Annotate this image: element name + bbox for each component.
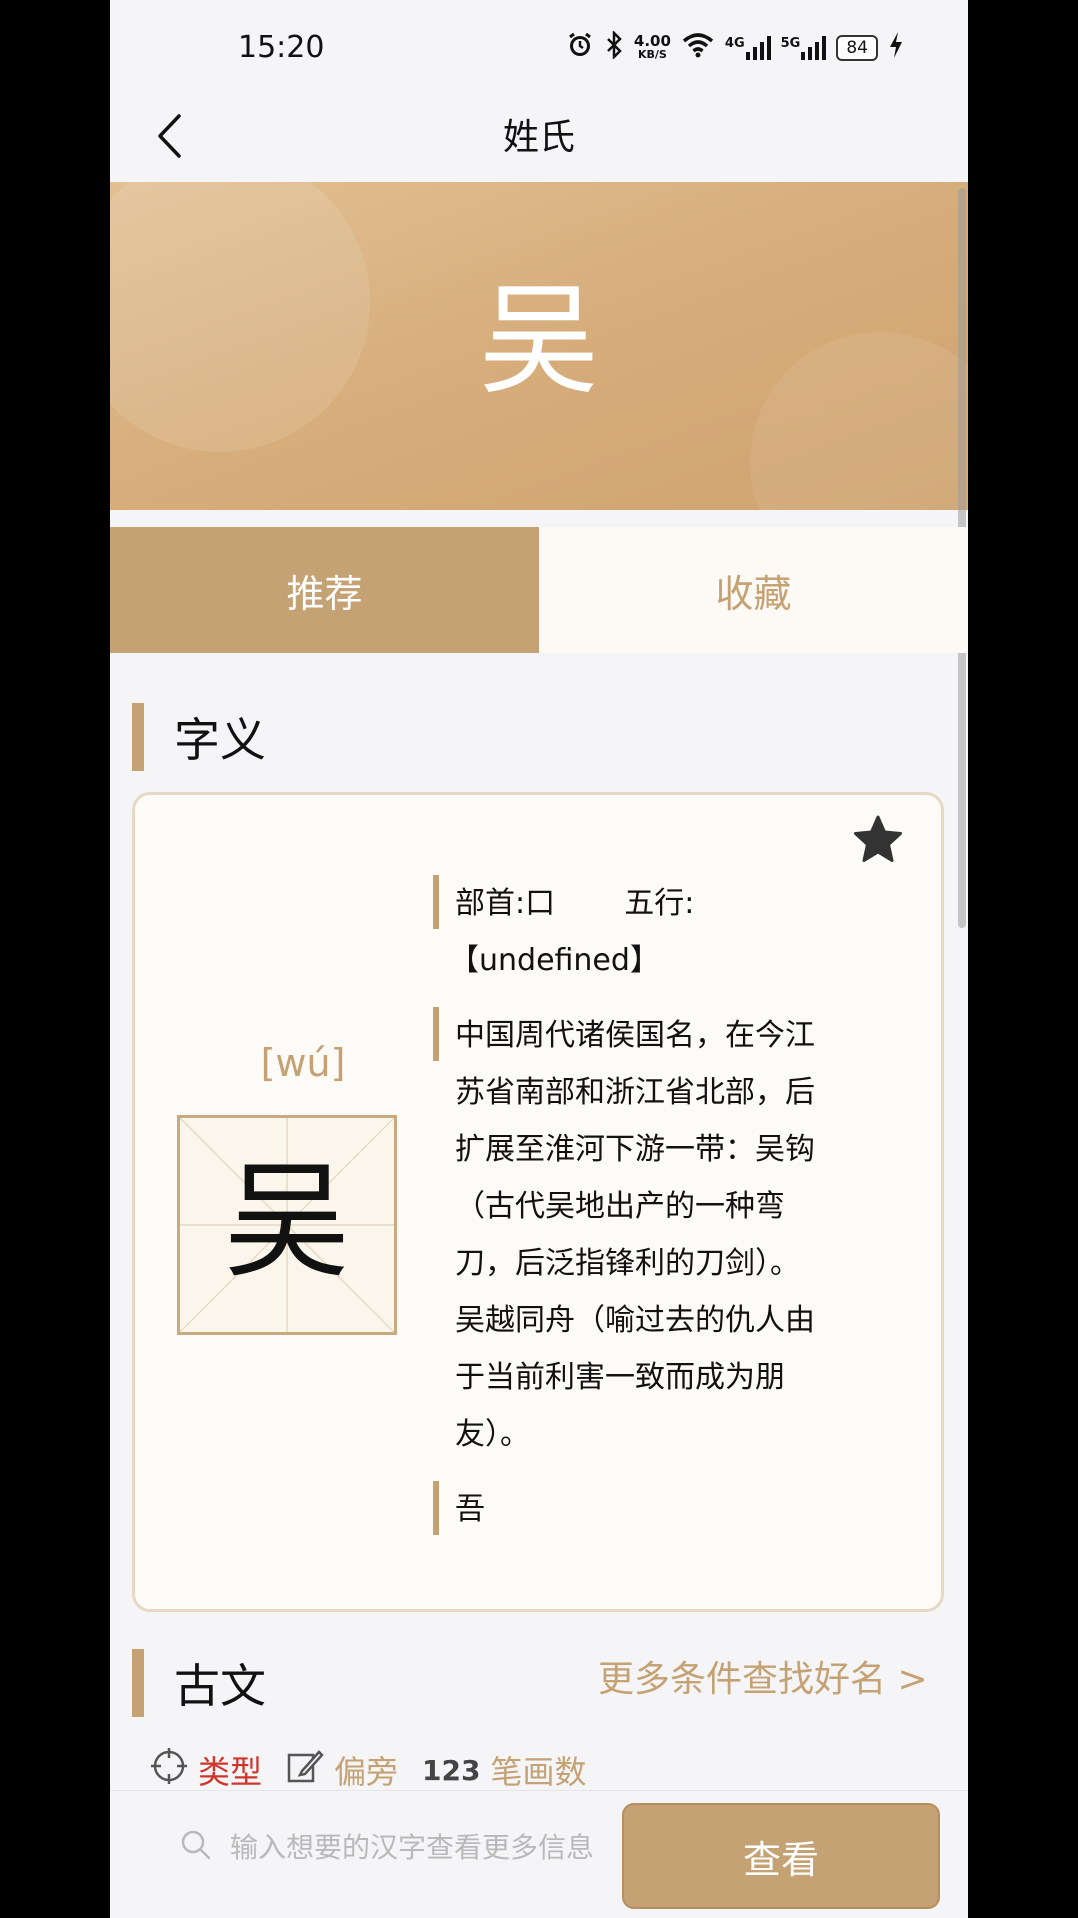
definition-block: 中国周代诸侯国名，在今江 苏省南部和浙江省北部，后 扩展至淮河下游一带：吴钩 （… bbox=[433, 1007, 853, 1463]
variant-block: 吾 bbox=[433, 1481, 853, 1538]
search-icon bbox=[180, 1829, 212, 1865]
definition-line: 友）。 bbox=[455, 1417, 530, 1452]
nav-bar: 姓氏 bbox=[110, 96, 968, 182]
definition-line: 苏省南部和浙江省北部，后 bbox=[455, 1075, 815, 1110]
battery-indicator: 84 bbox=[836, 35, 878, 61]
section-accent-bar bbox=[132, 1649, 144, 1717]
tab-recommend[interactable]: 推荐 bbox=[110, 527, 539, 653]
more-conditions-link[interactable]: 更多条件查找好名 > bbox=[598, 1650, 928, 1702]
five-elements-value: 【undefined】 bbox=[449, 943, 660, 978]
definition-line: 中国周代诸侯国名，在今江 bbox=[455, 1018, 815, 1053]
radical: 部首:口 bbox=[455, 886, 556, 921]
bluetooth-icon bbox=[604, 29, 624, 65]
status-bar: 15:20 4.00 KB/S 4G 5G 84 bbox=[110, 0, 968, 96]
tab-favorites[interactable]: 收藏 bbox=[539, 527, 968, 653]
crosshair-icon bbox=[150, 1747, 188, 1793]
info-accent-bar bbox=[433, 1481, 439, 1535]
variant-character: 吾 bbox=[455, 1492, 485, 1527]
meaning-card: [wú] 吴 部首:口 五行: 【undefined】 中国周代诸侯国名，在今江… bbox=[132, 792, 944, 1612]
alarm-icon bbox=[566, 31, 594, 65]
phone-screen: 15:20 4.00 KB/S 4G 5G 84 姓氏 吴 推荐 收藏 字义 [… bbox=[110, 0, 968, 1918]
definition-line: 扩展至淮河下游一带：吴钩 bbox=[455, 1132, 815, 1167]
definition-line: 吴越同舟（喻过去的仇人由 bbox=[455, 1303, 815, 1338]
section-title: 古文 bbox=[174, 1659, 266, 1713]
search-field[interactable] bbox=[180, 1807, 600, 1887]
five-elements: 五行: bbox=[624, 886, 695, 921]
definition-line: （古代吴地出产的一种弯 bbox=[455, 1189, 785, 1224]
net-speed-unit: KB/S bbox=[637, 48, 667, 61]
star-icon bbox=[851, 815, 905, 871]
character-grid-box: 吴 bbox=[177, 1115, 397, 1335]
bottom-search-bar: 查看 bbox=[110, 1790, 968, 1918]
signal-4g-icon: 4G bbox=[725, 36, 771, 60]
filter-radical[interactable]: 偏旁 bbox=[334, 1747, 398, 1793]
filter-row: 类型 偏旁 123 笔画数 bbox=[150, 1747, 587, 1793]
radical-line: 部首:口 五行: bbox=[455, 875, 853, 932]
info-accent-bar bbox=[433, 1007, 439, 1061]
signal-4g-label: 4G bbox=[724, 36, 745, 51]
tab-bar: 推荐 收藏 bbox=[110, 527, 968, 653]
status-time: 15:20 bbox=[238, 30, 325, 65]
signal-5g-label: 5G bbox=[780, 36, 801, 51]
charging-icon bbox=[888, 31, 904, 65]
net-speed: 4.00 KB/S bbox=[633, 32, 671, 62]
radical-block: 部首:口 五行: 【undefined】 bbox=[433, 875, 853, 989]
status-icons: 4.00 KB/S 4G 5G 84 bbox=[566, 29, 904, 66]
signal-5g-icon: 5G bbox=[781, 36, 827, 60]
hero-banner: 吴 bbox=[110, 182, 968, 510]
filter-type[interactable]: 类型 bbox=[198, 1747, 262, 1793]
stroke-count-icon: 123 bbox=[422, 1753, 481, 1787]
section-header-classics: 古文 bbox=[132, 1648, 266, 1718]
net-speed-value: 4.00 bbox=[633, 32, 671, 50]
definition-line: 刀，后泛指锋利的刀剑）。 bbox=[455, 1246, 800, 1281]
pinyin: [wú] bbox=[260, 1041, 346, 1085]
info-column: 部首:口 五行: 【undefined】 中国周代诸侯国名，在今江 苏省南部和浙… bbox=[433, 875, 853, 1556]
section-title: 字义 bbox=[174, 713, 266, 767]
wifi-icon bbox=[681, 31, 715, 65]
pencil-icon bbox=[286, 1747, 324, 1793]
search-input[interactable] bbox=[228, 1829, 600, 1865]
info-accent-bar bbox=[433, 875, 439, 929]
filter-stroke-count[interactable]: 笔画数 bbox=[490, 1747, 586, 1793]
hero-character: 吴 bbox=[479, 272, 599, 411]
character: 吴 bbox=[224, 1148, 350, 1295]
page-title: 姓氏 bbox=[502, 117, 575, 158]
section-header-meaning: 字义 bbox=[132, 702, 266, 772]
favorite-button[interactable] bbox=[851, 813, 905, 867]
definition-line: 于当前利害一致而成为朋 bbox=[455, 1360, 785, 1395]
view-button[interactable]: 查看 bbox=[622, 1803, 940, 1909]
section-accent-bar bbox=[132, 703, 144, 771]
